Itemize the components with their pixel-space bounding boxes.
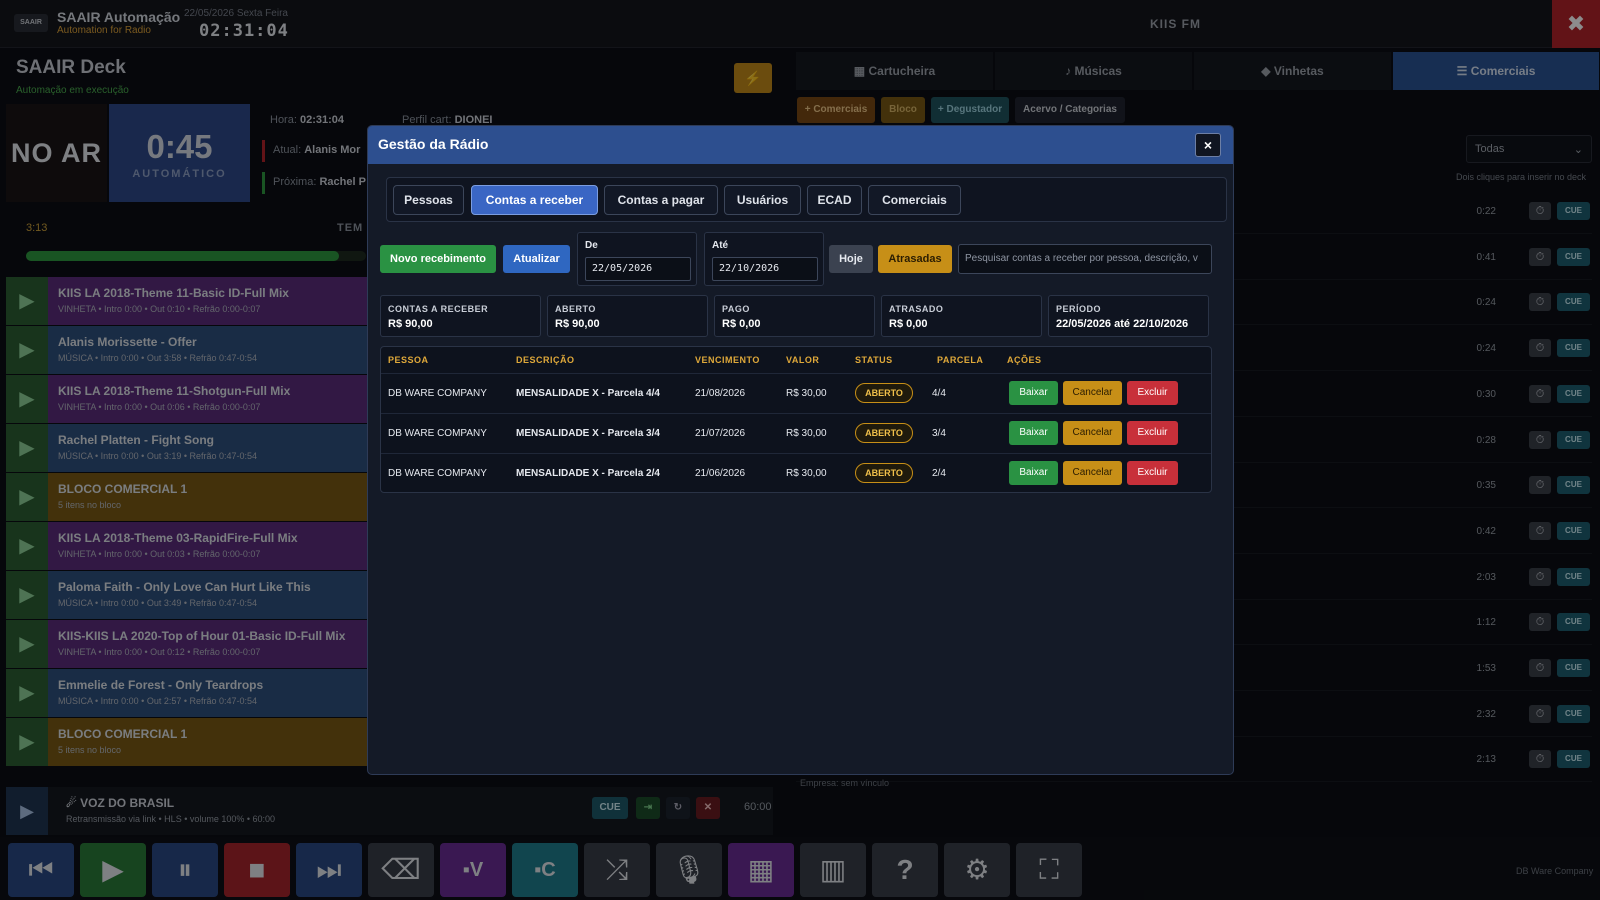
modal-close-button[interactable]: × bbox=[1195, 133, 1221, 157]
status-badge: ABERTO bbox=[855, 383, 913, 403]
cancelar-button[interactable]: Cancelar bbox=[1063, 381, 1122, 405]
cell-valor: R$ 30,00 bbox=[786, 428, 827, 439]
col-pessoa: PESSOA bbox=[388, 355, 429, 365]
col-parcela: PARCELA bbox=[937, 355, 984, 365]
cell-valor: R$ 30,00 bbox=[786, 468, 827, 479]
cancelar-button[interactable]: Cancelar bbox=[1063, 421, 1122, 445]
excluir-button[interactable]: Excluir bbox=[1127, 381, 1178, 405]
date-from-label: De bbox=[585, 240, 598, 251]
hoje-button[interactable]: Hoje bbox=[829, 245, 873, 273]
atualizar-button[interactable]: Atualizar bbox=[503, 245, 570, 273]
novo-recebimento-button[interactable]: Novo recebimento bbox=[380, 245, 496, 273]
excluir-button[interactable]: Excluir bbox=[1127, 421, 1178, 445]
summary-label: ABERTO bbox=[555, 304, 596, 314]
cell-parcela: 2/4 bbox=[932, 468, 946, 479]
date-to-label: Até bbox=[712, 240, 729, 251]
summary-contas-a-receber: CONTAS A RECEBER R$ 90,00 bbox=[380, 295, 541, 337]
cell-descricao: MENSALIDADE X - Parcela 4/4 bbox=[516, 388, 660, 399]
table-row: DB WARE COMPANY MENSALIDADE X - Parcela 2… bbox=[381, 453, 1211, 493]
cell-pessoa: DB WARE COMPANY bbox=[388, 388, 487, 399]
summary-value: R$ 0,00 bbox=[889, 318, 928, 330]
summary-atrasado: ATRASADO R$ 0,00 bbox=[881, 295, 1042, 337]
summary-value: R$ 90,00 bbox=[388, 318, 433, 330]
atrasadas-button[interactable]: Atrasadas bbox=[878, 245, 952, 273]
date-from-input[interactable]: 22/05/2026 bbox=[585, 257, 691, 281]
col-status: STATUS bbox=[855, 355, 893, 365]
cell-pessoa: DB WARE COMPANY bbox=[388, 468, 487, 479]
summary-label: ATRASADO bbox=[889, 304, 944, 314]
tab-usuarios[interactable]: Usuários bbox=[724, 185, 801, 215]
status-badge: ABERTO bbox=[855, 423, 913, 443]
col-valor: VALOR bbox=[786, 355, 820, 365]
cell-valor: R$ 30,00 bbox=[786, 388, 827, 399]
baixar-button[interactable]: Baixar bbox=[1009, 381, 1058, 405]
tab-ecad[interactable]: ECAD bbox=[807, 185, 862, 215]
excluir-button[interactable]: Excluir bbox=[1127, 461, 1178, 485]
date-from: De 22/05/2026 bbox=[577, 232, 697, 286]
close-icon: × bbox=[1203, 137, 1213, 153]
cell-vencimento: 21/06/2026 bbox=[695, 468, 746, 479]
summary-value: R$ 90,00 bbox=[555, 318, 600, 330]
table-row: DB WARE COMPANY MENSALIDADE X - Parcela 4… bbox=[381, 373, 1211, 413]
summary-pago: PAGO R$ 0,00 bbox=[714, 295, 875, 337]
tab-pessoas[interactable]: Pessoas bbox=[393, 185, 464, 215]
baixar-button[interactable]: Baixar bbox=[1009, 461, 1058, 485]
gestao-modal: Gestão da Rádio × Pessoas Contas a receb… bbox=[367, 125, 1234, 775]
cell-vencimento: 21/08/2026 bbox=[695, 388, 746, 399]
tab-contas-a-pagar[interactable]: Contas a pagar bbox=[604, 185, 718, 215]
summary-label: PERÍODO bbox=[1056, 304, 1102, 314]
tab-contas-a-receber[interactable]: Contas a receber bbox=[471, 185, 598, 215]
table-row: DB WARE COMPANY MENSALIDADE X - Parcela 3… bbox=[381, 413, 1211, 453]
cell-pessoa: DB WARE COMPANY bbox=[388, 428, 487, 439]
col-acoes: AÇÕES bbox=[1007, 355, 1042, 365]
cell-vencimento: 21/07/2026 bbox=[695, 428, 746, 439]
cell-descricao: MENSALIDADE X - Parcela 2/4 bbox=[516, 468, 660, 479]
cell-parcela: 3/4 bbox=[932, 428, 946, 439]
modal-tabs: Pessoas Contas a receber Contas a pagar … bbox=[386, 177, 1227, 222]
summary-aberto: ABERTO R$ 90,00 bbox=[547, 295, 708, 337]
cell-parcela: 4/4 bbox=[932, 388, 946, 399]
modal-title: Gestão da Rádio bbox=[378, 136, 489, 152]
date-to-input[interactable]: 22/10/2026 bbox=[712, 257, 818, 281]
tab-comerciais[interactable]: Comerciais bbox=[868, 185, 961, 215]
date-to: Até 22/10/2026 bbox=[704, 232, 824, 286]
summary-label: PAGO bbox=[722, 304, 750, 314]
baixar-button[interactable]: Baixar bbox=[1009, 421, 1058, 445]
cancelar-button[interactable]: Cancelar bbox=[1063, 461, 1122, 485]
summary-periodo: PERÍODO 22/05/2026 até 22/10/2026 bbox=[1048, 295, 1209, 337]
summary-value: R$ 0,00 bbox=[722, 318, 761, 330]
contas-table: PESSOA DESCRIÇÃO VENCIMENTO VALOR STATUS… bbox=[380, 346, 1212, 493]
search-input[interactable]: Pesquisar contas a receber por pessoa, d… bbox=[958, 244, 1212, 274]
col-descricao: DESCRIÇÃO bbox=[516, 355, 575, 365]
cell-descricao: MENSALIDADE X - Parcela 3/4 bbox=[516, 428, 660, 439]
summary-label: CONTAS A RECEBER bbox=[388, 304, 489, 314]
summary-value: 22/05/2026 até 22/10/2026 bbox=[1056, 318, 1189, 330]
status-badge: ABERTO bbox=[855, 463, 913, 483]
modal-header: Gestão da Rádio × bbox=[368, 126, 1233, 164]
col-vencimento: VENCIMENTO bbox=[695, 355, 760, 365]
